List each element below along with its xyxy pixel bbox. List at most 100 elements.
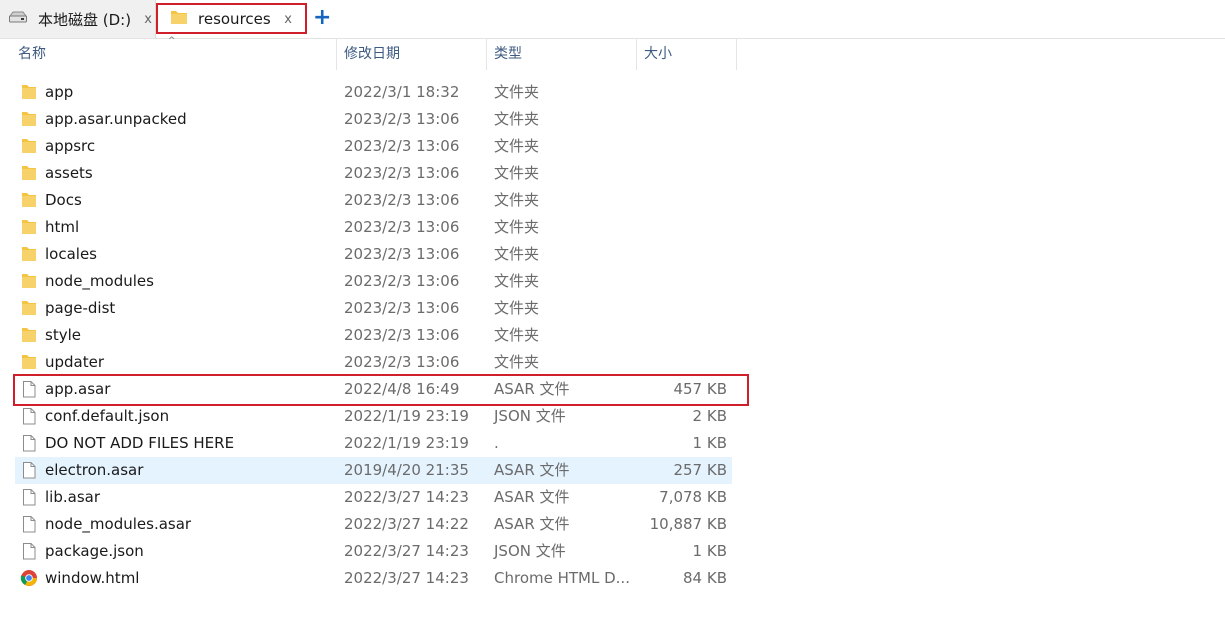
file-date: 2023/2/3 13:06 — [344, 110, 460, 128]
close-tab-icon[interactable]: x — [284, 12, 292, 27]
file-date: 2022/3/1 18:32 — [344, 83, 460, 101]
file-row[interactable]: appsrc 2023/2/3 13:06 文件夹 — [15, 133, 732, 160]
file-name: package.json — [45, 542, 144, 560]
file-icon — [20, 407, 38, 425]
folder-icon — [20, 218, 38, 236]
tab-drive-d[interactable]: 本地磁盘 (D:) x — [0, 0, 156, 38]
file-row[interactable]: page-dist 2023/2/3 13:06 文件夹 — [15, 295, 732, 322]
file-name: html — [45, 218, 80, 236]
file-name: appsrc — [45, 137, 96, 155]
file-row[interactable]: locales 2023/2/3 13:06 文件夹 — [15, 241, 732, 268]
folder-icon — [20, 164, 38, 182]
tab-resources[interactable]: resources x — [158, 0, 308, 38]
file-row[interactable]: conf.default.json 2022/1/19 23:19 JSON 文件 2… — [15, 403, 732, 430]
file-name: assets — [45, 164, 93, 182]
file-name: app — [45, 83, 74, 101]
file-type: 文件夹 — [494, 353, 540, 371]
file-name: lib.asar — [45, 488, 100, 506]
file-date: 2022/3/27 14:23 — [344, 542, 469, 560]
file-type: 文件夹 — [494, 218, 540, 236]
tab-label: resources — [198, 10, 271, 28]
file-row[interactable]: app 2022/3/1 18:32 文件夹 — [15, 79, 732, 106]
file-type: 文件夹 — [494, 272, 540, 290]
file-row[interactable]: electron.asar 2019/4/20 21:35 ASAR 文件 257 K… — [15, 457, 732, 484]
file-name: electron.asar — [45, 461, 144, 479]
file-row[interactable]: node_modules.asar 2022/3/27 14:22 ASAR 文件 1… — [15, 511, 732, 538]
file-row[interactable]: package.json 2022/3/27 14:23 JSON 文件 1 KB — [15, 538, 732, 565]
folder-icon — [20, 326, 38, 344]
file-icon — [20, 542, 38, 560]
file-name: page-dist — [45, 299, 116, 317]
file-size: 7,078 KB — [659, 488, 727, 506]
file-type: 文件夹 — [494, 191, 540, 209]
column-header-size[interactable]: 大小 — [637, 39, 737, 70]
file-name: node_modules — [45, 272, 154, 290]
file-name: locales — [45, 245, 97, 263]
file-row[interactable]: app.asar 2022/4/8 16:49 ASAR 文件 457 KB — [15, 376, 732, 403]
file-name: DO NOT ADD FILES HERE — [45, 434, 235, 452]
tab-bar: 本地磁盘 (D:) x resources x + — [0, 0, 1225, 39]
folder-icon — [20, 137, 38, 155]
file-type: 文件夹 — [494, 245, 540, 263]
file-date: 2023/2/3 13:06 — [344, 164, 460, 182]
file-row[interactable]: lib.asar 2022/3/27 14:23 ASAR 文件 7,078 KB — [15, 484, 732, 511]
file-row[interactable]: node_modules 2023/2/3 13:06 文件夹 — [15, 268, 732, 295]
file-type: 文件夹 — [494, 137, 540, 155]
file-type: 文件夹 — [494, 164, 540, 182]
chrome-icon — [20, 569, 38, 587]
file-icon — [20, 380, 38, 398]
folder-icon — [20, 245, 38, 263]
column-header-date[interactable]: 修改日期 — [337, 39, 487, 70]
folder-icon — [20, 83, 38, 101]
file-name: app.asar — [45, 380, 111, 398]
drive-icon — [8, 10, 28, 28]
file-type: 文件夹 — [494, 299, 540, 317]
file-row[interactable]: window.html 2022/3/27 14:23 Chrome HTML D.… — [15, 565, 732, 592]
file-size: 84 KB — [683, 569, 727, 587]
file-date: 2023/2/3 13:06 — [344, 137, 460, 155]
new-tab-button[interactable]: + — [313, 7, 331, 29]
file-type: ASAR 文件 — [494, 515, 570, 533]
file-date: 2023/2/3 13:06 — [344, 299, 460, 317]
folder-icon — [20, 191, 38, 209]
file-row[interactable]: app.asar.unpacked 2023/2/3 13:06 文件夹 — [15, 106, 732, 133]
file-type: . — [494, 434, 499, 452]
file-size: 2 KB — [692, 407, 727, 425]
column-header-row: 名称 修改日期 类型 大小 — [0, 39, 1225, 70]
file-type: 文件夹 — [494, 83, 540, 101]
file-name: node_modules.asar — [45, 515, 192, 533]
file-name: style — [45, 326, 81, 344]
file-date: 2022/1/19 23:19 — [344, 407, 469, 425]
file-size: 1 KB — [692, 434, 727, 452]
file-size: 457 KB — [673, 380, 727, 398]
file-size: 257 KB — [673, 461, 727, 479]
file-type: ASAR 文件 — [494, 488, 570, 506]
close-tab-icon[interactable]: x — [144, 12, 152, 27]
file-icon — [20, 488, 38, 506]
file-date: 2022/3/27 14:22 — [344, 515, 469, 533]
file-row[interactable]: assets 2023/2/3 13:06 文件夹 — [15, 160, 732, 187]
column-header-type[interactable]: 类型 — [487, 39, 637, 70]
file-date: 2023/2/3 13:06 — [344, 218, 460, 236]
file-size: 10,887 KB — [649, 515, 727, 533]
file-date: 2019/4/20 21:35 — [344, 461, 469, 479]
file-size: 1 KB — [692, 542, 727, 560]
file-type: JSON 文件 — [494, 407, 566, 425]
file-type: JSON 文件 — [494, 542, 566, 560]
column-header-name[interactable]: 名称 — [0, 39, 337, 70]
folder-icon — [20, 299, 38, 317]
file-row[interactable]: updater 2023/2/3 13:06 文件夹 — [15, 349, 732, 376]
file-date: 2023/2/3 13:06 — [344, 326, 460, 344]
file-date: 2023/2/3 13:06 — [344, 272, 460, 290]
folder-icon — [170, 9, 188, 29]
file-date: 2023/2/3 13:06 — [344, 191, 460, 209]
file-row[interactable]: html 2023/2/3 13:06 文件夹 — [15, 214, 732, 241]
file-row[interactable]: Docs 2023/2/3 13:06 文件夹 — [15, 187, 732, 214]
folder-icon — [20, 272, 38, 290]
file-name: Docs — [45, 191, 82, 209]
file-name: app.asar.unpacked — [45, 110, 187, 128]
file-type: 文件夹 — [494, 110, 540, 128]
file-date: 2022/3/27 14:23 — [344, 569, 469, 587]
file-row[interactable]: style 2023/2/3 13:06 文件夹 — [15, 322, 732, 349]
file-row[interactable]: DO NOT ADD FILES HERE 2022/1/19 23:19. 1 K… — [15, 430, 732, 457]
